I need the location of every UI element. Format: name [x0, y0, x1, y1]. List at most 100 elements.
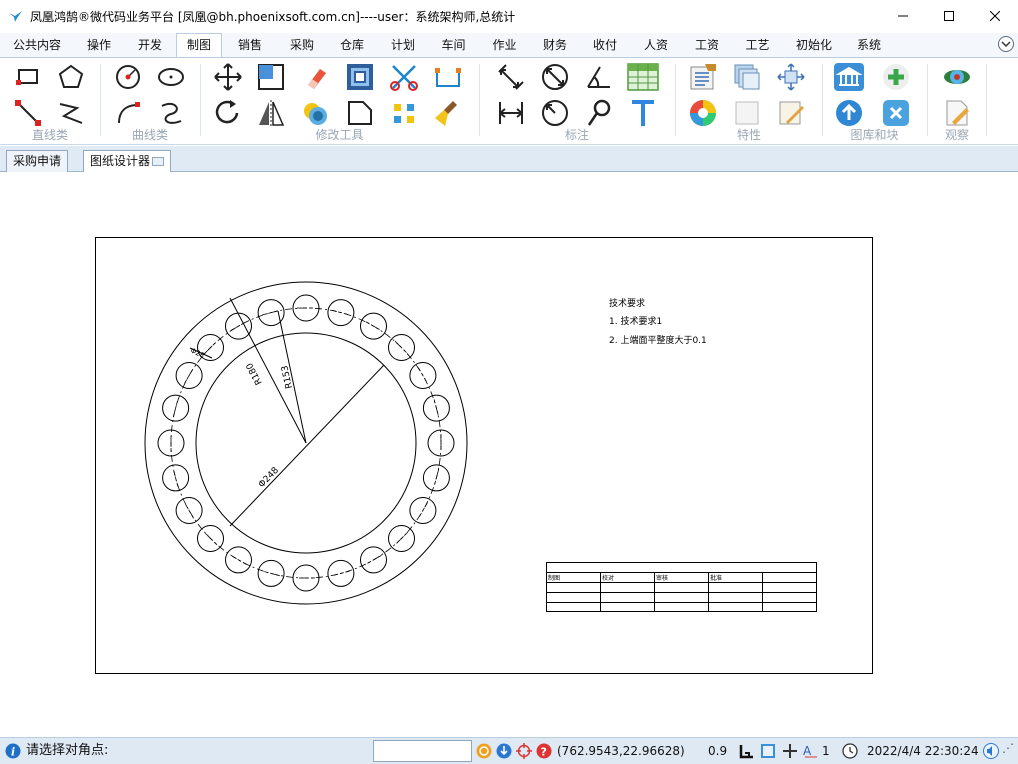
ribbon-group-label: 标注 — [564, 128, 589, 142]
trim-button[interactable] — [387, 60, 421, 94]
angle-dim-button[interactable] — [582, 60, 616, 94]
command-input[interactable] — [373, 740, 472, 762]
diameter-dim-button[interactable] — [538, 60, 572, 94]
polyline-button[interactable] — [54, 96, 88, 130]
menu-item-salary[interactable]: 工资 — [682, 34, 732, 57]
bolt-hole-centerline — [433, 469, 440, 487]
bolt-hole-centerline — [203, 531, 218, 546]
menu-item-init[interactable]: 初始化 — [783, 34, 845, 57]
bolt-hole-centerline — [433, 399, 440, 417]
text-button[interactable] — [626, 96, 660, 130]
text-size-icon[interactable]: A — [803, 743, 819, 759]
library-button[interactable] — [832, 60, 866, 94]
match-button[interactable] — [774, 60, 808, 94]
color-button[interactable] — [686, 96, 720, 130]
menu-item-sales[interactable]: 销售 — [222, 34, 278, 57]
bolt-hole-centerline — [365, 321, 382, 331]
edit-view-button[interactable] — [940, 96, 974, 130]
menu-item-purchase[interactable]: 采购 — [278, 34, 326, 57]
diameter-dim-icon — [542, 64, 568, 90]
grid-toggle-icon[interactable] — [760, 743, 776, 759]
menu-item-public[interactable]: 公共内容 — [0, 34, 74, 57]
drawing-frame — [95, 237, 873, 674]
add-block-button[interactable] — [879, 60, 913, 94]
aligned-dim-button[interactable] — [494, 60, 528, 94]
move-button[interactable] — [211, 60, 245, 94]
minimize-icon — [898, 15, 908, 17]
clear-button[interactable] — [431, 96, 465, 130]
rectangle-button[interactable] — [11, 60, 45, 94]
volume-icon[interactable] — [983, 743, 999, 759]
layers-button[interactable] — [730, 60, 764, 94]
view-button[interactable] — [940, 60, 974, 94]
ellipse-button[interactable] — [154, 60, 188, 94]
crosshair-icon[interactable] — [782, 743, 798, 759]
break-button[interactable] — [431, 60, 465, 94]
snap-icon[interactable] — [476, 743, 492, 759]
menu-item-drawing[interactable]: 制图 — [176, 33, 222, 57]
tech-requirement-1: 1. 技术要求1 — [609, 315, 662, 327]
table-button[interactable] — [626, 60, 660, 94]
menu-item-warehouse[interactable]: 仓库 — [326, 34, 378, 57]
pentagon-button[interactable] — [54, 60, 88, 94]
pentagon-icon — [58, 64, 84, 88]
menu-item-system[interactable]: 系统 — [845, 34, 893, 57]
tab-close-icon[interactable] — [152, 157, 165, 166]
download-icon[interactable] — [496, 743, 512, 759]
flange-drawing: R180 R153 Φ248 Φ28 — [144, 281, 468, 605]
eraser-button[interactable] — [299, 60, 333, 94]
minimize-button[interactable] — [880, 0, 926, 32]
bolt-hole-centerline — [332, 570, 350, 577]
target-icon[interactable] — [516, 743, 532, 759]
drawing-svg[interactable]: R180 R153 Φ248 Φ28 技术要求 1. 技术要求1 2. 上端面平… — [0, 173, 1018, 737]
chamfer-button[interactable] — [343, 96, 377, 130]
explode-icon — [394, 104, 414, 123]
main-menu: 公共内容 操作 开发 制图 销售 采购 仓库 计划 车间 作业 财务 收付 人资… — [0, 33, 1018, 57]
linear-dim-button[interactable] — [494, 96, 528, 130]
array-button[interactable] — [299, 96, 333, 130]
tab-purchase-request[interactable]: 采购申请 — [6, 150, 69, 172]
help-icon[interactable]: ? — [536, 743, 552, 759]
menu-item-payment[interactable]: 收付 — [580, 34, 630, 57]
leader-button[interactable] — [582, 96, 616, 130]
title-block-cell: 制图 — [548, 574, 560, 582]
menu-item-plan[interactable]: 计划 — [378, 34, 428, 57]
ortho-icon[interactable] — [739, 743, 755, 759]
close-button[interactable] — [972, 0, 1018, 32]
menu-item-workshop[interactable]: 车间 — [428, 34, 479, 57]
menu-item-finance[interactable]: 财务 — [530, 34, 580, 57]
tech-requirements-title: 技术要求 — [609, 297, 645, 309]
maximize-button[interactable] — [926, 0, 972, 32]
ribbon-collapse-button[interactable] — [998, 36, 1014, 52]
fill-button[interactable] — [730, 96, 764, 130]
hatch-button[interactable] — [774, 96, 808, 130]
dim-text-r153: R153 — [280, 364, 295, 389]
scale-button[interactable] — [254, 60, 288, 94]
mirror-button[interactable] — [254, 96, 288, 130]
title-block: 制图 校对 审核 批准 — [546, 562, 817, 612]
menu-item-job[interactable]: 作业 — [479, 34, 530, 57]
menu-item-craft[interactable]: 工艺 — [732, 34, 783, 57]
mirror-icon — [259, 100, 285, 127]
circle-button[interactable] — [111, 60, 145, 94]
drawing-canvas[interactable]: R180 R153 Φ248 Φ28 技术要求 1. 技术要求1 2. 上端面平… — [0, 173, 1018, 737]
explode-button[interactable] — [387, 96, 421, 130]
dim-text-phi: Φ248 — [257, 465, 281, 490]
resize-grip-icon[interactable]: ⋰ — [1002, 735, 1014, 761]
upload-button[interactable] — [832, 96, 866, 130]
arc-button[interactable] — [111, 96, 145, 130]
tab-drawing-designer[interactable]: 图纸设计器 — [83, 150, 172, 172]
menu-item-develop[interactable]: 开发 — [124, 34, 176, 57]
clear-icon — [435, 101, 457, 126]
line-button[interactable] — [11, 96, 45, 130]
rotate-button[interactable] — [211, 96, 245, 130]
menu-item-operate[interactable]: 操作 — [74, 34, 124, 57]
remove-block-button[interactable] — [879, 96, 913, 130]
properties-button[interactable] — [686, 60, 720, 94]
bolt-hole-centerline — [230, 321, 247, 331]
library-icon — [834, 63, 864, 91]
offset-button[interactable] — [343, 60, 377, 94]
radius-dim-button[interactable] — [538, 96, 572, 130]
spline-button[interactable] — [154, 96, 188, 130]
menu-item-hr[interactable]: 人资 — [630, 34, 682, 57]
